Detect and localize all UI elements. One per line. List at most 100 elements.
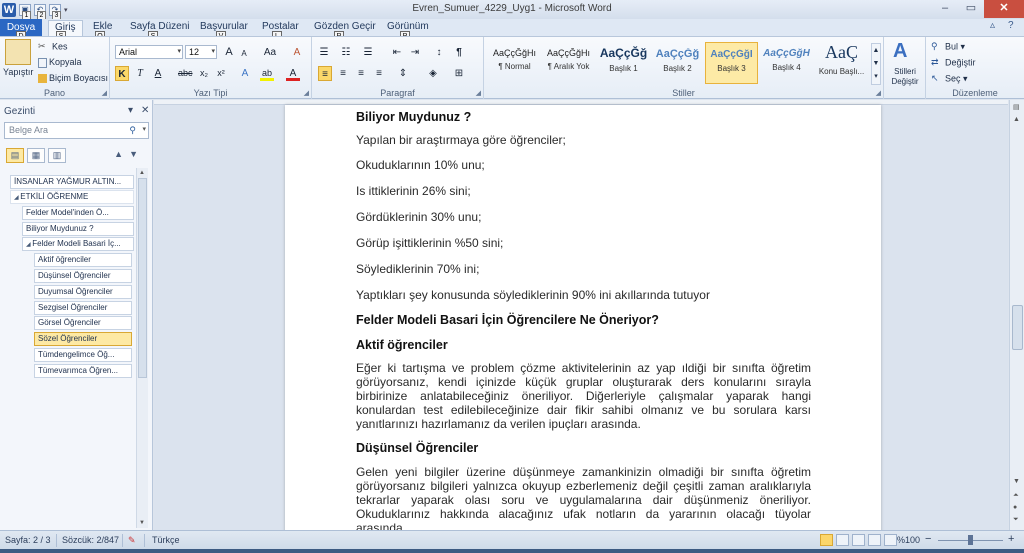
search-icon[interactable]: ⚲ [129, 125, 136, 136]
multilevel-list-icon[interactable]: ☰ [361, 45, 375, 60]
bullets-icon[interactable]: ☰ [317, 45, 331, 60]
decrease-indent-icon[interactable]: ⇤ [390, 45, 404, 60]
styles-scroll-icon[interactable]: ▲ ▼ ▾ [871, 43, 881, 85]
cut-button[interactable]: ✂ Kes [38, 41, 68, 53]
paste-icon[interactable] [5, 39, 31, 65]
paragraph-dusunsel[interactable]: Gelen yeni bilgiler üzerine düşünmeye za… [356, 465, 811, 530]
minimize-button[interactable]: – [932, 0, 958, 18]
heading-item[interactable]: Sezgisel Öğrenciler [34, 301, 132, 315]
dialog-launcher-icon[interactable]: ◢ [876, 89, 881, 97]
paste-button[interactable]: Yapıştır [3, 67, 33, 77]
browse-object-icon[interactable]: ● [1013, 504, 1017, 511]
tab-pages-icon[interactable]: ▦ [27, 148, 45, 163]
style-no-spacing[interactable]: AaÇçĞğHı ¶ Aralık Yok [542, 42, 595, 84]
nav-menu-icon[interactable]: ▾ [128, 105, 133, 116]
redo-icon[interactable]: ↷ 3 [49, 3, 61, 20]
heading-item[interactable]: Aktif öğrenciler [34, 253, 132, 267]
style-title[interactable]: AaÇ Konu Başlı... [815, 42, 868, 84]
outline-view-icon[interactable] [868, 534, 881, 546]
tab-review[interactable]: Gözden Geçir [314, 21, 376, 32]
heading-item[interactable]: Biliyor Muydunuz ? [22, 222, 134, 236]
zoom-slider-knob[interactable] [968, 535, 973, 545]
heading-item[interactable]: Görsel Öğrenciler [34, 316, 132, 330]
document-page[interactable]: Biliyor Muydunuz ? Yapılan bir araştırma… [285, 105, 881, 530]
align-left-icon[interactable]: ≡ [318, 66, 332, 81]
find-button[interactable]: ⚲ Bul ▾ [931, 41, 965, 53]
font-size-combo[interactable]: 12 ▾ [185, 45, 217, 59]
prev-page-icon[interactable]: ⏶ [1013, 492, 1019, 500]
zoom-slider[interactable] [938, 535, 1003, 545]
style-normal[interactable]: AaÇçĞğHı ¶ Normal [488, 42, 541, 84]
change-case-button[interactable]: Aa [263, 45, 277, 60]
change-styles-button[interactable]: Stilleri Değiştir [886, 67, 924, 87]
next-page-icon[interactable]: ⏷ [1013, 516, 1019, 524]
draft-view-icon[interactable] [884, 534, 897, 546]
justify-icon[interactable]: ≡ [372, 66, 386, 81]
nav-prev-next-icons[interactable]: ▲▼ [114, 149, 144, 159]
body-line[interactable]: Is ittiklerinin 26% sini; [356, 184, 811, 198]
italic-button[interactable]: T [133, 66, 147, 81]
scroll-down-icon[interactable]: ▼ [1013, 478, 1020, 485]
body-line[interactable]: Yaptıkları şey konusunda söylediklerinin… [356, 288, 811, 302]
select-button[interactable]: ↖ Seç ▾ [931, 73, 968, 85]
font-color-button[interactable]: A [286, 66, 300, 81]
heading-item[interactable]: Tümevarımca Öğren... [34, 364, 132, 378]
strikethrough-button[interactable]: abc [178, 66, 193, 81]
undo-icon[interactable]: ↶ 2 [34, 3, 46, 20]
nav-scrollbar[interactable]: ▲ ▼ [136, 168, 148, 528]
body-line[interactable]: Okuduklarının 10% unu; [356, 158, 811, 172]
search-options-icon[interactable]: ▾ [142, 125, 146, 133]
grow-font-button[interactable]: A [222, 45, 236, 60]
heading-felder-modeli[interactable]: Felder Modeli Basari İçin Öğrencilere Ne… [356, 313, 811, 327]
dialog-launcher-icon[interactable]: ◢ [304, 89, 309, 97]
heading-item[interactable]: Felder Model'inden Ö... [22, 206, 134, 220]
scroll-down-icon[interactable]: ▼ [139, 520, 145, 526]
heading-biliyor-muydunuz[interactable]: Biliyor Muydunuz ? [356, 110, 811, 124]
scroll-up-icon[interactable]: ▲ [139, 170, 145, 176]
body-line[interactable]: Söylediklerinin 70% ini; [356, 262, 811, 276]
nav-close-icon[interactable]: ✕ [141, 105, 149, 116]
shading-icon[interactable]: ◈ [426, 66, 440, 81]
tab-headings-icon[interactable]: ▤ [6, 148, 24, 163]
bold-button[interactable]: K [115, 66, 129, 81]
style-heading-2[interactable]: AaÇçĞğ Başlık 2 [651, 42, 704, 84]
minimize-ribbon-icon[interactable]: ▵ [990, 20, 995, 31]
align-center-icon[interactable]: ≡ [336, 66, 350, 81]
shrink-font-button[interactable]: A [237, 46, 251, 61]
body-line[interactable]: Gördüklerinin 30% unu; [356, 210, 811, 224]
align-right-icon[interactable]: ≡ [354, 66, 368, 81]
qat-customize-icon[interactable]: ▾ [64, 6, 68, 14]
heading-item-selected[interactable]: Sözel Öğrenciler [34, 332, 132, 346]
vertical-scrollbar[interactable]: ▤ ▲ ▼ ⏶ ● ⏷ [1009, 100, 1024, 530]
heading-item[interactable]: Düşünsel Öğrenciler [34, 269, 132, 283]
nav-search-input[interactable]: Belge Ara ⚲ ▾ [4, 122, 149, 139]
clear-format-button[interactable]: A [290, 45, 304, 60]
proofing-icon[interactable]: ✎ [128, 535, 136, 546]
style-heading-3[interactable]: AaÇçĞğI Başlık 3 [705, 42, 758, 84]
page-indicator[interactable]: Sayfa: 2 / 3 [5, 535, 51, 545]
dialog-launcher-icon[interactable]: ◢ [476, 89, 481, 97]
sort-icon[interactable]: ↕ [432, 45, 446, 60]
borders-icon[interactable]: ⊞ [452, 66, 466, 81]
scroll-up-icon[interactable]: ▲ [1013, 116, 1020, 123]
numbering-icon[interactable]: ☷ [339, 45, 353, 60]
tab-page-layout[interactable]: Sayfa Düzeni [130, 21, 189, 32]
heading-item[interactable]: ◢ ETKİLİ ÖĞRENME [10, 190, 134, 204]
zoom-level[interactable]: %100 [897, 535, 920, 545]
heading-dusunsel-ogrenciler[interactable]: Düşünsel Öğrenciler [356, 441, 811, 455]
scroll-thumb[interactable] [1012, 305, 1023, 350]
language-indicator[interactable]: Türkçe [152, 535, 180, 545]
zoom-out-button[interactable]: − [925, 533, 931, 545]
format-painter-button[interactable]: Biçim Boyacısı [38, 73, 108, 84]
word-count[interactable]: Sözcük: 2/847 [62, 535, 119, 545]
ruler-toggle-icon[interactable]: ▤ [1013, 103, 1020, 111]
close-button[interactable]: ✕ [984, 0, 1024, 18]
text-effects-button[interactable]: A [238, 66, 252, 81]
line-spacing-icon[interactable]: ⇕ [396, 66, 410, 81]
highlight-button[interactable]: ab [260, 66, 274, 81]
change-styles-icon[interactable]: A [893, 40, 907, 63]
help-icon[interactable]: ? [1008, 20, 1014, 31]
heading-item[interactable]: İNSANLAR YAĞMUR ALTIN... [10, 175, 134, 189]
style-heading-1[interactable]: AaÇçĞğ Başlık 1 [597, 42, 650, 84]
scroll-thumb[interactable] [138, 178, 147, 378]
